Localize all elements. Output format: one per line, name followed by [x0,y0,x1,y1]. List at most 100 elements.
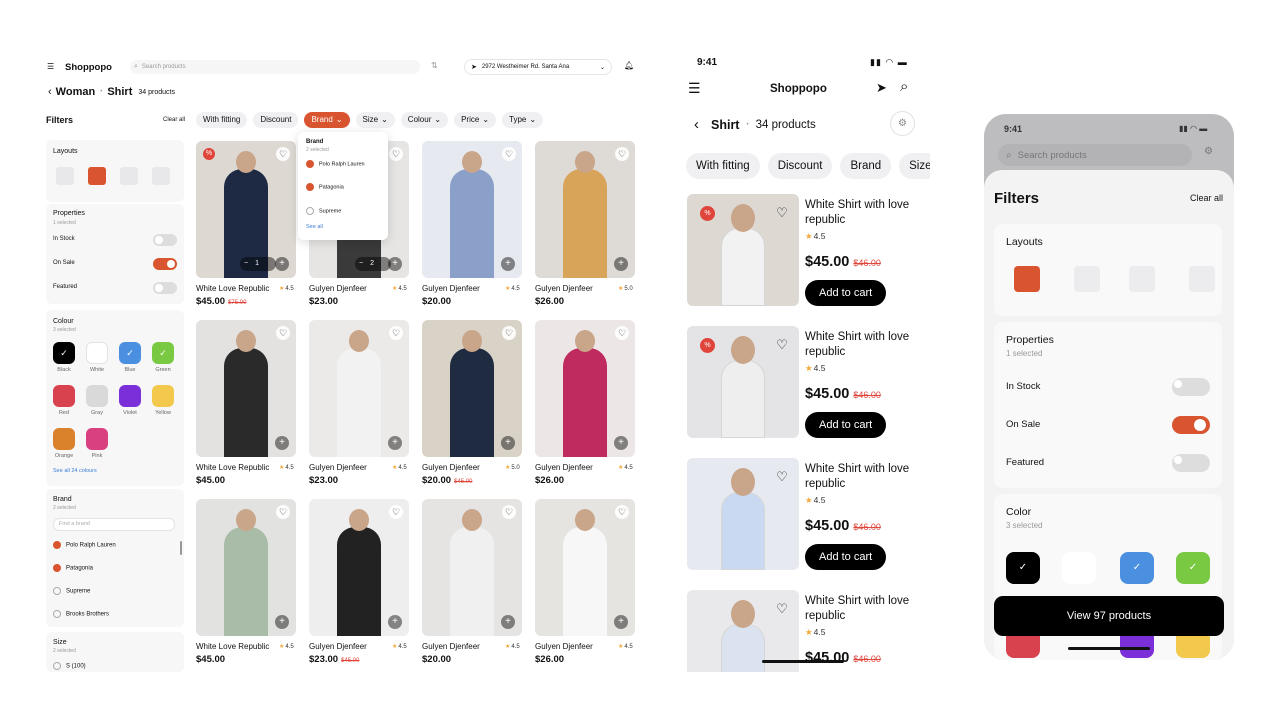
heart-icon[interactable]: ♡ [276,147,290,161]
heart-icon[interactable]: ♡ [615,147,629,161]
logo[interactable]: Shoppopo [770,83,827,95]
swatch-red[interactable] [53,385,75,407]
menu-icon[interactable]: ☰ [47,62,54,71]
featured-toggle[interactable] [153,282,177,294]
swatch-pink[interactable] [86,428,108,450]
product-name[interactable]: Gulyen Djenfeer [309,463,367,472]
add-to-cart-button[interactable]: Add to cart [805,412,887,438]
add-to-cart-button[interactable]: Add to cart [805,280,887,306]
product-name[interactable]: White Shirt with love republic [805,198,923,228]
dropdown-option[interactable]: Supreme [306,207,341,215]
search-input[interactable]: ⌕ Search products [130,60,420,74]
chip-brand[interactable]: Brand [840,153,892,179]
chip-with-fitting[interactable]: With fitting [196,112,248,128]
heart-icon[interactable]: ♡ [773,336,791,354]
brand-option[interactable]: Polo Ralph Lauren [53,541,116,549]
sort-icon[interactable]: ⇅ [431,61,438,70]
minus-icon[interactable]: − [244,257,248,271]
layout-rows-icon[interactable] [1129,266,1155,292]
swatch-black[interactable]: ✓ [1006,552,1040,584]
heart-icon[interactable]: ♡ [276,505,290,519]
product-name[interactable]: Gulyen Djenfeer [422,642,480,651]
product-name[interactable]: Gulyen Djenfeer [309,642,367,651]
heart-icon[interactable]: ♡ [502,505,516,519]
swatch-gray[interactable] [86,385,108,407]
quantity-stepper[interactable]: −1 [240,257,276,271]
chip-with-fitting[interactable]: With fitting [686,153,760,179]
chip-discount[interactable]: Discount [253,112,299,128]
heart-icon[interactable]: ♡ [276,326,290,340]
chip-discount[interactable]: Discount [767,153,833,179]
brand-search-input[interactable]: Find a brand [53,518,175,531]
chip-size[interactable]: Size [899,153,930,179]
swatch-blue[interactable]: ✓ [1120,552,1154,584]
in-stock-toggle[interactable] [1172,378,1210,396]
add-icon[interactable]: + [275,257,289,271]
filter-settings-icon[interactable]: ⚙ [1204,146,1213,157]
chip-colour[interactable]: Colour ⌄ [400,112,449,128]
heart-icon[interactable]: ♡ [389,505,403,519]
search-input[interactable]: ⌕ Search products [998,144,1192,166]
layout-rows-icon[interactable] [120,167,138,185]
add-icon[interactable]: + [275,436,289,450]
dropdown-option[interactable]: Patagonia [306,183,344,191]
add-icon[interactable]: + [614,257,628,271]
minus-icon[interactable]: − [359,257,363,271]
add-icon[interactable]: + [388,436,402,450]
back-icon[interactable]: ‹ [694,116,699,133]
swatch-green[interactable]: ✓ [152,342,174,364]
product-name[interactable]: Gulyen Djenfeer [422,284,480,293]
heart-icon[interactable]: ♡ [615,505,629,519]
swatch-green[interactable]: ✓ [1176,552,1210,584]
add-to-cart-button[interactable]: Add to cart [805,544,887,570]
product-name[interactable]: Gulyen Djenfeer [535,642,593,651]
layout-2col-icon[interactable] [1014,266,1040,292]
heart-icon[interactable]: ♡ [773,600,791,618]
add-icon[interactable]: + [501,615,515,629]
dropdown-option[interactable]: Polo Ralph Lauren [306,160,365,168]
swatch-orange[interactable] [53,428,75,450]
heart-icon[interactable]: ♡ [502,326,516,340]
menu-icon[interactable]: ☰ [688,80,701,97]
product-name[interactable]: Gulyen Djenfeer [535,463,593,472]
layout-grid-icon[interactable] [1074,266,1100,292]
heart-icon[interactable]: ♡ [773,204,791,222]
in-stock-toggle[interactable] [153,234,177,246]
layout-2col-icon[interactable] [56,167,74,185]
add-icon[interactable]: + [501,257,515,271]
add-icon[interactable]: + [614,615,628,629]
scrollbar[interactable] [180,541,182,555]
product-name[interactable]: Gulyen Djenfeer [535,284,593,293]
chip-brand[interactable]: Brand ⌄ [304,112,350,128]
swatch-blue[interactable]: ✓ [119,342,141,364]
on-sale-toggle[interactable] [1172,416,1210,434]
view-products-button[interactable]: View 97 products [994,596,1224,636]
product-name[interactable]: White Shirt with love republic [805,594,923,624]
bell-icon[interactable]: 🔔︎ [624,61,634,70]
add-icon[interactable]: + [501,436,515,450]
layout-single-icon[interactable] [152,167,170,185]
layout-grid-icon[interactable] [88,167,106,185]
product-name[interactable]: White Love Republic [196,642,269,651]
layout-single-icon[interactable] [1189,266,1215,292]
heart-icon[interactable]: ♡ [615,326,629,340]
see-all-colours-link[interactable]: See all 24 colours [53,468,97,474]
brand-option[interactable]: Brooks Brothers [53,610,109,618]
add-icon[interactable]: + [614,436,628,450]
quantity-stepper[interactable]: −2 [355,257,391,271]
product-name[interactable]: White Shirt with love republic [805,462,923,492]
heart-icon[interactable]: ♡ [389,147,403,161]
featured-toggle[interactable] [1172,454,1210,472]
swatch-yellow[interactable] [152,385,174,407]
heart-icon[interactable]: ♡ [502,147,516,161]
clear-all-button[interactable]: Clear all [1190,193,1223,203]
product-name[interactable]: White Love Republic [196,463,269,472]
brand-option[interactable]: Patagonia [53,564,93,572]
back-icon[interactable]: ‹ [48,86,52,98]
heart-icon[interactable]: ♡ [773,468,791,486]
on-sale-toggle[interactable] [153,258,177,270]
swatch-white[interactable] [1062,552,1096,584]
heart-icon[interactable]: ♡ [389,326,403,340]
add-icon[interactable]: + [388,615,402,629]
size-option[interactable]: S (100) [53,662,86,670]
